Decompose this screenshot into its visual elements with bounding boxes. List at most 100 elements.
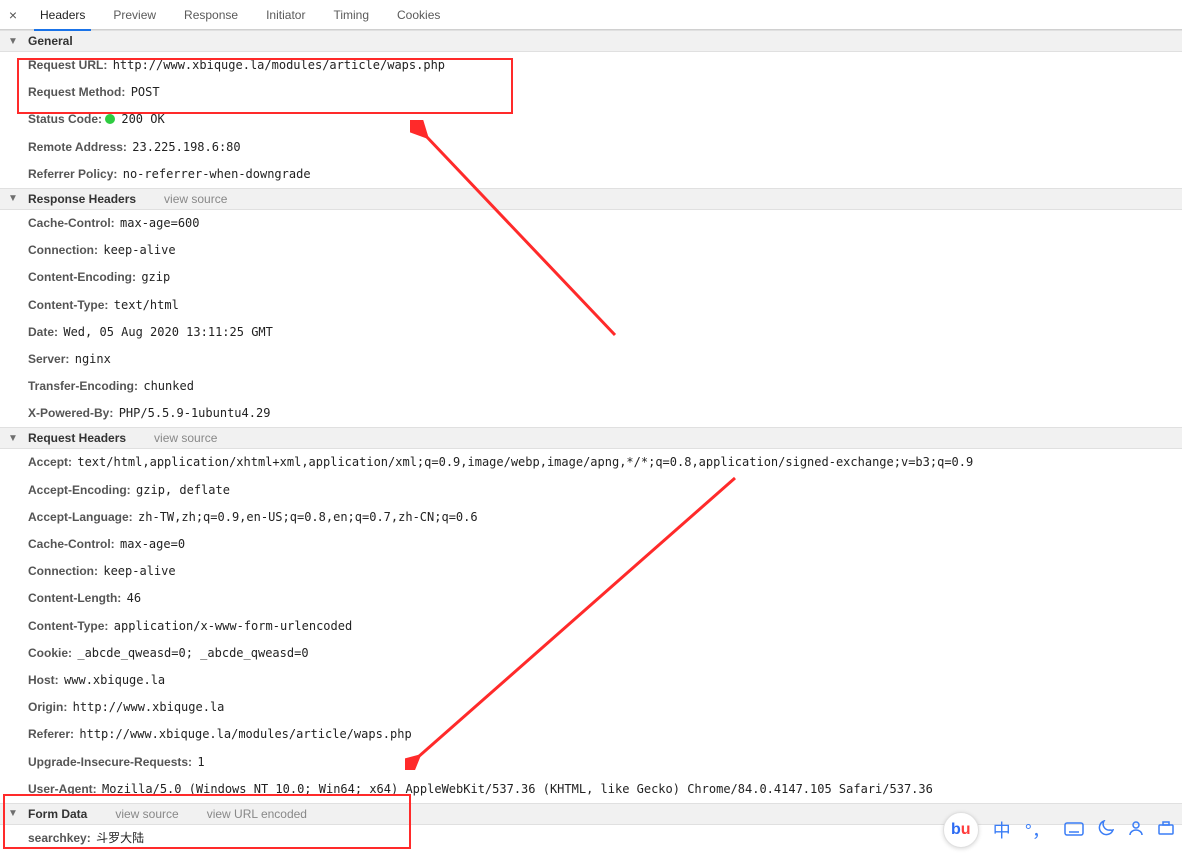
request-headers-panel: Accept: text/html,application/xhtml+xml,… bbox=[0, 449, 1182, 802]
disclosure-triangle-icon: ▼ bbox=[8, 193, 18, 204]
row-accept-language: Accept-Language: zh-TW,zh;q=0.9,en-US;q=… bbox=[0, 504, 1182, 531]
key: Status Code: bbox=[28, 112, 102, 126]
row-origin: Origin: http://www.xbiquge.la bbox=[0, 694, 1182, 721]
val: http://www.xbiquge.la/modules/article/wa… bbox=[79, 727, 411, 741]
ime-mode-label[interactable]: 中 bbox=[993, 817, 1011, 843]
row-content-type: Content-Type: text/html bbox=[0, 292, 1182, 319]
view-url-encoded-link[interactable]: view URL encoded bbox=[207, 807, 307, 821]
row-transfer-encoding: Transfer-Encoding: chunked bbox=[0, 373, 1182, 400]
val: text/html,application/xhtml+xml,applicat… bbox=[77, 455, 973, 469]
row-remote-address: Remote Address: 23.225.198.6:80 bbox=[0, 134, 1182, 161]
row-status-code: Status Code: 200 OK bbox=[0, 106, 1182, 133]
row-content-type: Content-Type: application/x-www-form-url… bbox=[0, 613, 1182, 640]
val: gzip bbox=[141, 270, 170, 284]
val: keep-alive bbox=[103, 564, 175, 578]
key: X-Powered-By: bbox=[28, 406, 113, 420]
key: Content-Encoding: bbox=[28, 270, 136, 284]
key: Host: bbox=[28, 673, 59, 687]
val: max-age=600 bbox=[120, 216, 199, 230]
key: Accept: bbox=[28, 455, 72, 469]
tab-timing[interactable]: Timing bbox=[319, 0, 383, 30]
row-referer: Referer: http://www.xbiquge.la/modules/a… bbox=[0, 721, 1182, 748]
val: 46 bbox=[127, 591, 141, 605]
section-general-header[interactable]: ▼ General bbox=[0, 30, 1182, 52]
val: chunked bbox=[143, 379, 194, 393]
tab-response[interactable]: Response bbox=[170, 0, 252, 30]
key: Connection: bbox=[28, 564, 98, 578]
val: keep-alive bbox=[103, 243, 175, 257]
key: User-Agent: bbox=[28, 782, 97, 796]
key: Referrer Policy: bbox=[28, 167, 117, 181]
general-panel: Request URL: http://www.xbiquge.la/modul… bbox=[0, 52, 1182, 188]
tab-initiator[interactable]: Initiator bbox=[252, 0, 319, 30]
key: Cache-Control: bbox=[28, 537, 115, 551]
key: Accept-Language: bbox=[28, 510, 133, 524]
tab-headers[interactable]: Headers bbox=[26, 0, 99, 30]
val: max-age=0 bbox=[120, 537, 185, 551]
val: text/html bbox=[114, 298, 179, 312]
key: Upgrade-Insecure-Requests: bbox=[28, 755, 192, 769]
person-icon[interactable] bbox=[1128, 820, 1144, 841]
section-title: Response Headers bbox=[28, 192, 136, 206]
row-date: Date: Wed, 05 Aug 2020 13:11:25 GMT bbox=[0, 319, 1182, 346]
section-response-headers-header[interactable]: ▼ Response Headers view source bbox=[0, 188, 1182, 210]
key: Content-Type: bbox=[28, 619, 108, 633]
row-cache-control: Cache-Control: max-age=600 bbox=[0, 210, 1182, 237]
val: 1 bbox=[197, 755, 204, 769]
val: 斗罗大陆 bbox=[96, 831, 144, 845]
disclosure-triangle-icon: ▼ bbox=[8, 433, 18, 444]
tabbar: × Headers Preview Response Initiator Tim… bbox=[0, 0, 1182, 30]
key: Referer: bbox=[28, 727, 74, 741]
row-referrer-policy: Referrer Policy: no-referrer-when-downgr… bbox=[0, 161, 1182, 188]
row-content-length: Content-Length: 46 bbox=[0, 585, 1182, 612]
row-accept-encoding: Accept-Encoding: gzip, deflate bbox=[0, 477, 1182, 504]
key: Date: bbox=[28, 325, 58, 339]
punctuation-icon[interactable]: °， bbox=[1025, 817, 1050, 843]
key: Cache-Control: bbox=[28, 216, 115, 230]
val: PHP/5.5.9-1ubuntu4.29 bbox=[119, 406, 271, 420]
key: Cookie: bbox=[28, 646, 72, 660]
response-headers-panel: Cache-Control: max-age=600 Connection: k… bbox=[0, 210, 1182, 428]
val: no-referrer-when-downgrade bbox=[123, 167, 311, 181]
key: Request Method: bbox=[28, 85, 125, 99]
view-source-link[interactable]: view source bbox=[164, 192, 227, 206]
moon-icon[interactable] bbox=[1098, 820, 1114, 841]
section-title: Form Data bbox=[28, 807, 87, 821]
row-upgrade-insecure-requests: Upgrade-Insecure-Requests: 1 bbox=[0, 749, 1182, 776]
key: Request URL: bbox=[28, 58, 107, 72]
section-request-headers-header[interactable]: ▼ Request Headers view source bbox=[0, 427, 1182, 449]
key: Connection: bbox=[28, 243, 98, 257]
key: Remote Address: bbox=[28, 140, 127, 154]
key: Origin: bbox=[28, 700, 67, 714]
row-x-powered-by: X-Powered-By: PHP/5.5.9-1ubuntu4.29 bbox=[0, 400, 1182, 427]
row-cookie: Cookie: _abcde_qweasd=0; _abcde_qweasd=0 bbox=[0, 640, 1182, 667]
val: http://www.xbiquge.la bbox=[73, 700, 225, 714]
section-title: General bbox=[28, 34, 73, 48]
val: 200 OK bbox=[121, 112, 164, 126]
row-request-method: Request Method: POST bbox=[0, 79, 1182, 106]
keyboard-icon[interactable] bbox=[1064, 820, 1084, 841]
row-connection: Connection: keep-alive bbox=[0, 237, 1182, 264]
disclosure-triangle-icon: ▼ bbox=[8, 36, 18, 47]
val: _abcde_qweasd=0; _abcde_qweasd=0 bbox=[77, 646, 308, 660]
val: http://www.xbiquge.la/modules/article/wa… bbox=[113, 58, 445, 72]
section-title: Request Headers bbox=[28, 431, 126, 445]
key: Content-Type: bbox=[28, 298, 108, 312]
view-source-link[interactable]: view source bbox=[115, 807, 178, 821]
key: Content-Length: bbox=[28, 591, 121, 605]
val: POST bbox=[131, 85, 160, 99]
view-source-link[interactable]: view source bbox=[154, 431, 217, 445]
tab-preview[interactable]: Preview bbox=[99, 0, 170, 30]
ime-tray: bu 中 °， bbox=[943, 812, 1174, 848]
baidu-ime-icon[interactable]: bu bbox=[943, 812, 979, 848]
val: gzip, deflate bbox=[136, 483, 230, 497]
row-server: Server: nginx bbox=[0, 346, 1182, 373]
val: 23.225.198.6:80 bbox=[132, 140, 240, 154]
toolbox-icon[interactable] bbox=[1158, 820, 1174, 841]
row-connection: Connection: keep-alive bbox=[0, 558, 1182, 585]
val: zh-TW,zh;q=0.9,en-US;q=0.8,en;q=0.7,zh-C… bbox=[138, 510, 478, 524]
val: nginx bbox=[75, 352, 111, 366]
val: www.xbiquge.la bbox=[64, 673, 165, 687]
close-icon[interactable]: × bbox=[6, 8, 20, 22]
tab-cookies[interactable]: Cookies bbox=[383, 0, 454, 30]
